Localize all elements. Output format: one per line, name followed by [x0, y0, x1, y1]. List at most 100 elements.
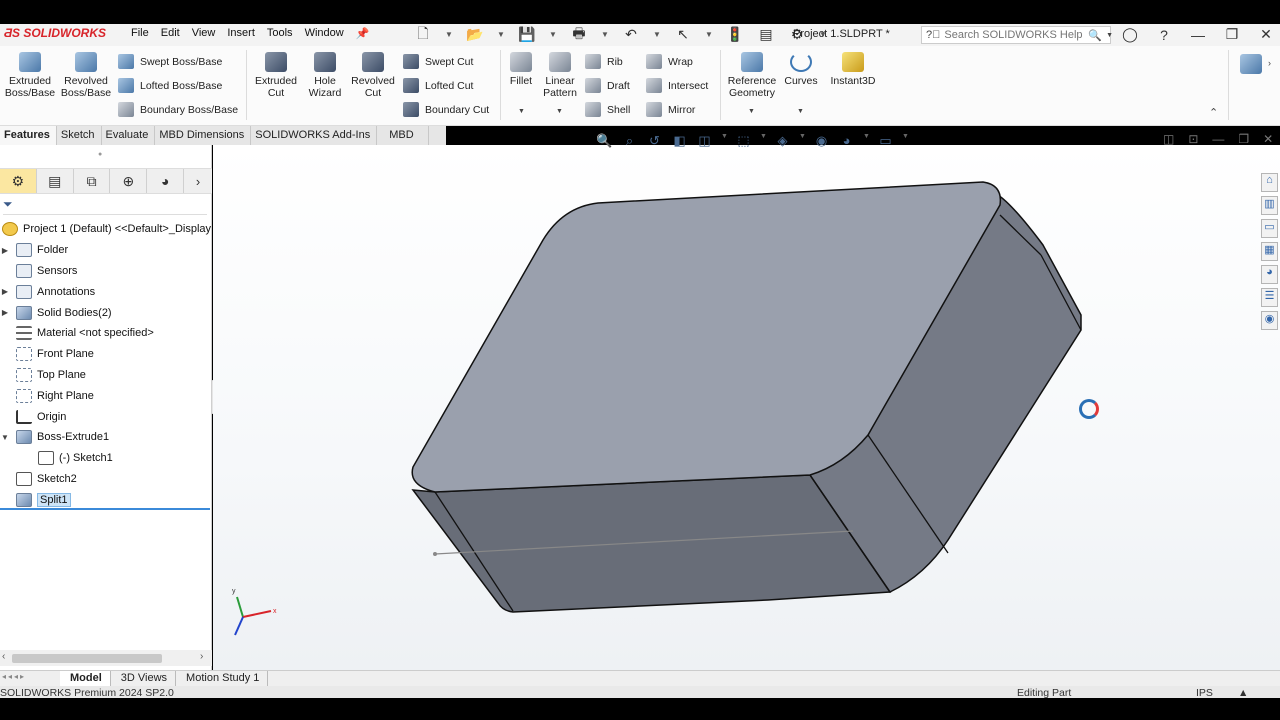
tree-item-origin[interactable]: Origin — [0, 406, 212, 427]
model-front-face[interactable] — [411, 474, 892, 613]
file-explorer-icon[interactable]: ▭ — [1261, 219, 1278, 238]
help-search-input[interactable] — [944, 29, 1085, 41]
expand-arrow-icon[interactable]: ▶ — [0, 287, 10, 296]
reference-geometry-button[interactable]: Reference Geometry — [724, 52, 780, 99]
swept-boss-button[interactable]: Swept Boss/Base — [118, 54, 222, 69]
minimize-icon[interactable]: — — [1188, 27, 1208, 43]
curves-button[interactable]: Curves — [782, 52, 820, 87]
select-cursor-icon[interactable]: ↖ — [674, 26, 692, 43]
ribbon-scroll-right-icon[interactable]: › — [1268, 58, 1271, 68]
solidworks-logo[interactable]: ƋS SOLIDWORKS — [4, 26, 106, 40]
revolved-boss-button[interactable]: Revolved Boss/Base — [60, 52, 112, 99]
lofted-boss-button[interactable]: Lofted Boss/Base — [118, 78, 222, 93]
custom-properties-icon[interactable]: ☰ — [1261, 288, 1278, 307]
menu-tools[interactable]: Tools — [264, 27, 302, 40]
boundary-boss-button[interactable]: Boundary Boss/Base — [118, 102, 238, 117]
undo-dropdown-icon[interactable]: ▼ — [653, 26, 661, 43]
appearances-icon[interactable]: ◕ — [1261, 265, 1278, 284]
save-icon[interactable]: 💾 — [518, 26, 536, 43]
file-properties-icon[interactable]: ▤ — [757, 26, 775, 43]
viewport-restore-icon[interactable]: ❐ — [1238, 132, 1249, 146]
tree-filter[interactable]: ⏷ — [3, 197, 207, 215]
pin-icon[interactable]: 📌 — [353, 27, 379, 40]
draft-button[interactable]: Draft — [585, 78, 630, 93]
tree-item-top-plane[interactable]: Top Plane — [0, 365, 212, 386]
panel-splitter-dot[interactable]: ● — [98, 151, 102, 158]
viewport-close-icon[interactable]: ✕ — [1263, 132, 1273, 146]
feature-manager-tab-icon[interactable]: ⚙ — [0, 169, 37, 193]
menu-insert[interactable]: Insert — [224, 27, 264, 40]
collapse-ribbon-icon[interactable]: ⌃ — [1209, 106, 1218, 119]
curves-dropdown-icon[interactable]: ▼ — [797, 108, 804, 115]
tree-item-folder[interactable]: ▶ Folder — [0, 240, 212, 261]
split-line-endpoint[interactable] — [433, 552, 437, 556]
new-dropdown-icon[interactable]: ▼ — [445, 26, 453, 43]
tab-3d-views[interactable]: 3D Views — [111, 671, 177, 686]
menu-window[interactable]: Window — [302, 27, 353, 40]
property-manager-tab-icon[interactable]: ▤ — [37, 169, 74, 193]
print-icon[interactable]: 🖶 — [570, 25, 588, 43]
tree-item-front-plane[interactable]: Front Plane — [0, 344, 212, 365]
menu-view[interactable]: View — [189, 27, 225, 40]
rebuild-icon[interactable]: 🚦 — [726, 26, 744, 43]
open-icon[interactable]: 📂 — [466, 26, 484, 43]
search-dropdown-icon[interactable]: ▼ — [1106, 32, 1113, 39]
open-dropdown-icon[interactable]: ▼ — [497, 26, 505, 43]
tree-item-solid-bodies[interactable]: ▶ Solid Bodies(2) — [0, 302, 212, 323]
fillet-dropdown-icon[interactable]: ▼ — [518, 108, 525, 115]
tab-model[interactable]: Model — [60, 671, 111, 686]
instant3d-button[interactable]: Instant3D — [826, 52, 880, 87]
tree-item-annotations[interactable]: ▶ Annotations — [0, 281, 212, 302]
print-dropdown-icon[interactable]: ▼ — [601, 26, 609, 43]
view-palette-icon[interactable]: ▦ — [1261, 242, 1278, 261]
tab-evaluate[interactable]: Evaluate — [102, 126, 156, 145]
units-indicator[interactable]: IPS — [1196, 687, 1213, 698]
tab-mbd[interactable]: MBD — [377, 126, 429, 145]
tab-sketch[interactable]: Sketch — [57, 126, 102, 145]
shell-button[interactable]: Shell — [585, 102, 630, 117]
lofted-cut-button[interactable]: Lofted Cut — [403, 78, 473, 93]
view-cube-button[interactable] — [1240, 54, 1262, 77]
menu-edit[interactable]: Edit — [158, 27, 189, 40]
hole-wizard-button[interactable]: Hole Wizard — [302, 52, 348, 99]
reference-geometry-dropdown-icon[interactable]: ▼ — [748, 108, 755, 115]
help-icon[interactable]: ? — [1154, 27, 1174, 43]
rollback-bar[interactable] — [0, 508, 210, 510]
viewport-minimize-icon[interactable]: — — [1212, 132, 1224, 146]
new-document-icon[interactable]: 🗋 — [414, 25, 432, 43]
units-dropdown-icon[interactable]: ▲ — [1238, 687, 1248, 698]
tree-horizontal-scrollbar[interactable]: ‹ › — [0, 650, 212, 666]
tab-navigation-icons[interactable]: ◂◂◂▸ — [2, 672, 26, 681]
boundary-cut-button[interactable]: Boundary Cut — [403, 102, 489, 117]
expand-arrow-icon[interactable]: ▶ — [0, 308, 10, 317]
help-search-box[interactable]: ?⃝ 🔍 ▼ — [921, 26, 1113, 44]
user-account-icon[interactable]: ◯ — [1120, 26, 1140, 43]
tree-item-material[interactable]: Material <not specified> — [0, 323, 212, 344]
viewport-link-icon[interactable]: ⊡ — [1188, 132, 1198, 146]
linear-pattern-button[interactable]: Linear Pattern — [540, 52, 580, 99]
tabs-scroll-right-icon[interactable]: › — [184, 169, 212, 193]
tree-item-sketch1[interactable]: (-) Sketch1 — [0, 448, 212, 469]
undo-icon[interactable]: ↶ — [622, 26, 640, 43]
tab-features[interactable]: Features — [0, 126, 57, 145]
extruded-cut-button[interactable]: Extruded Cut — [250, 52, 302, 99]
filter-icon[interactable]: ⏷ — [3, 197, 13, 211]
expand-arrow-icon[interactable]: ▶ — [0, 246, 10, 255]
mirror-button[interactable]: Mirror — [646, 102, 695, 117]
viewport-split-icon[interactable]: ◫ — [1163, 132, 1174, 146]
design-library-icon[interactable]: ▥ — [1261, 196, 1278, 215]
tab-mbd-dimensions[interactable]: MBD Dimensions — [155, 126, 252, 145]
tree-item-sketch2[interactable]: Sketch2 — [0, 469, 212, 490]
display-manager-tab-icon[interactable]: ◕ — [147, 169, 185, 193]
scroll-thumb[interactable] — [12, 654, 162, 663]
tree-item-sensors[interactable]: Sensors — [0, 261, 212, 282]
wrap-button[interactable]: Wrap — [646, 54, 693, 69]
rib-button[interactable]: Rib — [585, 54, 623, 69]
tree-item-boss-extrude1[interactable]: ▼ Boss-Extrude1 — [0, 427, 212, 448]
restore-icon[interactable]: ❐ — [1222, 26, 1242, 43]
intersect-button[interactable]: Intersect — [646, 78, 708, 93]
model-canvas[interactable] — [213, 145, 1280, 670]
collapse-arrow-icon[interactable]: ▼ — [0, 433, 10, 442]
solidworks-forum-icon[interactable]: ◉ — [1261, 311, 1278, 330]
select-dropdown-icon[interactable]: ▼ — [705, 26, 713, 43]
